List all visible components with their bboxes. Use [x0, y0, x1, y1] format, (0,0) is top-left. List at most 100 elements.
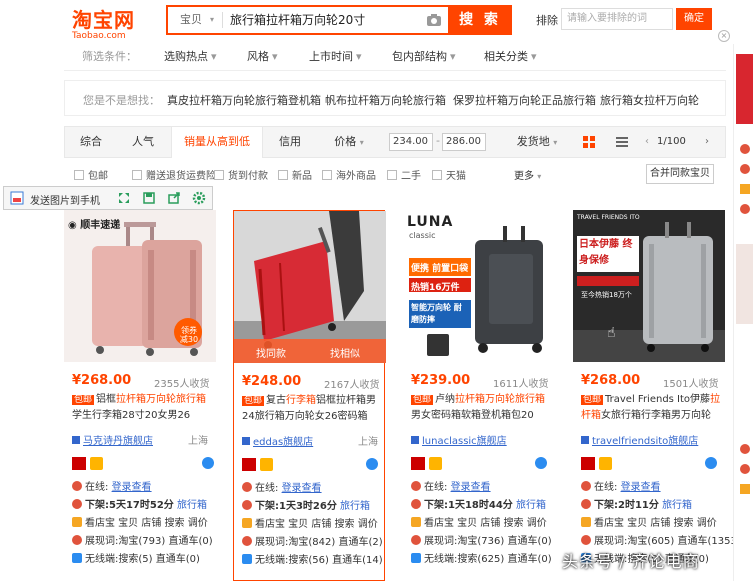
next-page-icon[interactable]: › — [705, 136, 709, 147]
more-options[interactable]: 更多 ▾ — [514, 167, 541, 182]
camera-icon[interactable] — [426, 13, 442, 27]
login-link[interactable]: 登录查看 — [282, 483, 322, 494]
free-shipping-checkbox[interactable]: 包邮 — [74, 167, 108, 182]
login-link[interactable]: 登录查看 — [621, 482, 661, 493]
badge-row — [581, 457, 721, 471]
online-status: 在线: 登录查看 — [581, 478, 661, 493]
send-to-phone-label[interactable]: 发送图片到手机 — [30, 192, 100, 207]
sales-count: 2355人收货 — [154, 379, 210, 390]
product-card[interactable]: TRAVEL FRIENDS ITO 日本伊藤 终身保修 至今热销18万个 ☝ … — [573, 210, 741, 581]
suggest-link[interactable]: 帆布拉杆箱万向轮旅行箱 — [325, 92, 446, 108]
product-image[interactable]: 找同款 找相似 — [234, 211, 386, 363]
ad-image[interactable] — [736, 244, 753, 324]
new-checkbox[interactable]: 新品 — [278, 167, 312, 182]
tab-popularity[interactable]: 人气 — [117, 127, 169, 157]
suggest-link[interactable]: 旅行箱女拉杆万向轮 — [600, 92, 699, 108]
search-input[interactable]: 旅行箱拉杆箱万向轮20寸 — [230, 7, 365, 33]
ship-from-select[interactable]: 发货地 ▾ — [505, 127, 569, 157]
exclude-input[interactable]: 请输入要排除的词 — [561, 8, 673, 30]
product-image[interactable]: TRAVEL FRIENDS ITO 日本伊藤 终身保修 至今热销18万个 ☝ — [573, 210, 725, 362]
product-image[interactable]: ◉ 顺丰速递 领券减30 — [64, 210, 216, 362]
badge-row — [72, 457, 214, 471]
chevron-down-icon: ▾ — [210, 15, 215, 24]
product-title[interactable]: 包邮 复古行李箱铝框拉杆箱男24旅行箱万向轮女26密码箱 — [242, 393, 384, 424]
save-icon[interactable] — [142, 191, 156, 205]
product-image[interactable]: LUNA classic 便携 前置口袋 热销16万件 智能万向轮 耐磨防摔 — [403, 210, 555, 362]
promo-text: 至今热销18万个 — [581, 291, 632, 299]
secondhand-checkbox[interactable]: 二手 — [387, 167, 421, 182]
filter-date[interactable]: 上市时间 ▾ — [309, 48, 362, 64]
logo-domain: Taobao.com — [72, 31, 126, 41]
return-insurance-checkbox[interactable]: 赠送退货运费险 — [132, 167, 216, 182]
tmall-icon — [411, 457, 425, 470]
price-max-input[interactable]: 286.00 — [442, 133, 486, 151]
product-title[interactable]: 包邮 铝框拉杆箱万向轮旅行箱学生行李箱28寸20女男26 — [72, 392, 214, 423]
cod-checkbox[interactable]: 货到付款 — [214, 167, 268, 182]
exposure-words: 展现词:淘宝(605) 直通车(1353) — [581, 532, 741, 547]
divider — [222, 12, 223, 28]
tab-credit[interactable]: 信用 — [265, 127, 315, 157]
shop-link[interactable]: lunaclassic旗舰店 — [411, 432, 507, 447]
info-icon[interactable] — [705, 457, 717, 469]
filter-category[interactable]: 相关分类 ▾ — [484, 48, 537, 64]
filter-structure[interactable]: 包内部结构 ▾ — [392, 48, 456, 64]
promo-text: 智能万向轮 耐磨防摔 — [411, 303, 462, 324]
prev-page-icon[interactable]: ‹ — [645, 136, 649, 147]
suggest-link[interactable]: 保罗拉杆箱万向轮正品旅行箱 — [453, 92, 596, 108]
price-min-input[interactable]: 234.00 — [389, 133, 433, 151]
login-link[interactable]: 登录查看 — [112, 482, 152, 493]
list-view-icon[interactable] — [616, 136, 628, 148]
search-type-select[interactable]: 宝贝 ▾ — [168, 7, 220, 33]
suggest-link[interactable]: 真皮拉杆箱万向轮旅行箱登机箱 — [167, 92, 321, 108]
view-links[interactable]: 看店宝 宝贝 店铺 搜索 调价 — [72, 514, 208, 529]
tmall-icon — [242, 458, 256, 471]
online-status: 在线: 登录查看 — [72, 478, 152, 493]
tab-sales[interactable]: 销量从高到低 — [171, 127, 263, 158]
share-icon[interactable] — [167, 191, 181, 205]
view-links[interactable]: 看店宝 宝贝 店铺 搜索 调价 — [242, 515, 378, 530]
image-icon — [10, 191, 24, 205]
tab-price[interactable]: 价格 ▾ — [323, 127, 375, 157]
gold-seller-icon — [260, 458, 273, 471]
filter-hot[interactable]: 选购热点 ▾ — [164, 48, 217, 64]
product-card[interactable]: ◉ 顺丰速递 领券减30 ¥268.00 2355人收货 包邮 铝框拉杆箱万向轮旅… — [64, 210, 216, 581]
view-links[interactable]: 看店宝 宝贝 店铺 搜索 调价 — [581, 514, 717, 529]
product-card[interactable]: 找同款 找相似 ¥248.00 2167人收货 包邮 复古行李箱铝框拉杆箱男24旅… — [233, 210, 386, 581]
product-price: ¥268.00 — [581, 373, 641, 388]
shop-link[interactable]: travelfriendsito旗舰店 — [581, 432, 698, 447]
product-card[interactable]: LUNA classic 便携 前置口袋 热销16万件 智能万向轮 耐磨防摔 ¥… — [403, 210, 555, 581]
merge-same-button[interactable]: 合并同款宝贝 — [646, 164, 714, 184]
shop-link[interactable]: 马克诗丹旗舰店 — [72, 432, 153, 447]
find-similar-button[interactable]: 找相似 — [330, 345, 360, 360]
product-title[interactable]: 包邮 卢纳拉杆箱万向轮旅行箱男女密码箱软箱登机箱包20 — [411, 392, 553, 423]
find-same-button[interactable]: 找同款 — [256, 345, 286, 360]
taobao-logo[interactable]: 淘宝网 Taobao.com — [72, 4, 152, 44]
login-link[interactable]: 登录查看 — [451, 482, 491, 493]
search-button[interactable]: 搜 索 — [448, 5, 512, 35]
tmall-icon — [581, 457, 595, 470]
exposure-words: 展现词:淘宝(842) 直通车(2) — [242, 533, 383, 548]
suggestion-row: 您是不是想找： 真皮拉杆箱万向轮旅行箱登机箱 帆布拉杆箱万向轮旅行箱 保罗拉杆箱… — [64, 80, 726, 116]
exclude-label: 排除 — [536, 14, 558, 27]
badge-row — [411, 457, 551, 471]
shop-link[interactable]: eddas旗舰店 — [242, 433, 313, 448]
expand-icon[interactable] — [117, 191, 131, 205]
view-links[interactable]: 看店宝 宝贝 店铺 搜索 调价 — [411, 514, 547, 529]
close-icon[interactable]: × — [718, 30, 730, 42]
product-title[interactable]: 包邮 Travel Friends Ito伊藤拉杆箱女旅行箱行李箱男万向轮 — [581, 392, 723, 423]
overseas-checkbox[interactable]: 海外商品 — [322, 167, 376, 182]
grid-view-icon[interactable] — [583, 136, 595, 148]
location: 上海 — [188, 436, 208, 447]
tmall-checkbox[interactable]: 天猫 — [432, 167, 466, 182]
ad-banner[interactable] — [736, 54, 753, 124]
tab-default[interactable]: 综合 — [65, 127, 117, 157]
info-icon[interactable] — [366, 458, 378, 470]
info-icon[interactable] — [535, 457, 547, 469]
confirm-button[interactable]: 确定 — [676, 8, 712, 30]
info-icon[interactable] — [202, 457, 214, 469]
filter-style[interactable]: 风格 ▾ — [247, 48, 278, 64]
sales-count: 2167人收货 — [324, 380, 380, 391]
gear-icon[interactable] — [192, 191, 206, 205]
filter-label: 筛选条件： — [82, 50, 137, 63]
sidebar-icon — [740, 464, 750, 474]
